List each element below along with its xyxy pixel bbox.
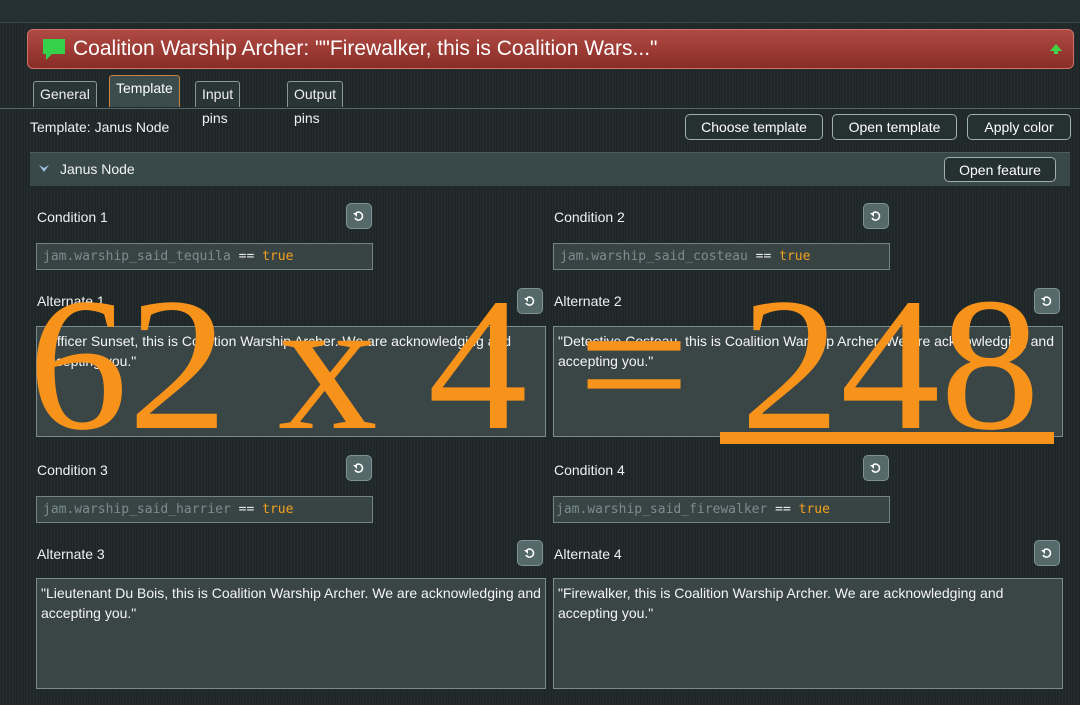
open-template-button[interactable]: Open template	[832, 114, 957, 140]
condition-1-operator: ==	[238, 249, 255, 264]
undo-icon	[524, 548, 535, 558]
condition-3-input[interactable]: jam.warship_said_harrier == true	[36, 496, 373, 523]
chevron-down-icon[interactable]	[38, 163, 50, 175]
tab-general[interactable]: General	[33, 81, 97, 107]
template-row: Template: Janus Node Choose template Ope…	[0, 108, 1080, 145]
condition-3-label: Condition 3	[37, 462, 108, 478]
undo-icon	[870, 463, 881, 473]
condition-2-operator: ==	[755, 249, 772, 264]
alternate-1-label: Alternate 1	[37, 293, 105, 309]
condition-3-variable: jam.warship_said_harrier	[43, 502, 231, 517]
feature-label: Janus Node	[60, 161, 135, 177]
alternate-3-textarea[interactable]: "Lieutenant Du Bois, this is Coalition W…	[36, 578, 546, 689]
reset-alternate-4-button[interactable]	[1034, 540, 1060, 566]
reset-condition-3-button[interactable]	[346, 455, 372, 481]
apply-color-button[interactable]: Apply color	[967, 114, 1071, 140]
alternate-3-label: Alternate 3	[37, 546, 105, 562]
template-label: Template: Janus Node	[30, 119, 170, 135]
undo-icon	[353, 463, 364, 473]
top-strip	[0, 0, 1080, 23]
alternate-4-textarea[interactable]: "Firewalker, this is Coalition Warship A…	[553, 578, 1063, 689]
condition-4-label: Condition 4	[554, 462, 625, 478]
speech-bubble-icon	[43, 39, 65, 60]
condition-4-value: true	[798, 502, 830, 517]
condition-3-value: true	[262, 502, 294, 517]
condition-1-label: Condition 1	[37, 209, 108, 225]
condition-2-input[interactable]: jam.warship_said_costeau == true	[553, 243, 890, 270]
alternate-4-label: Alternate 4	[554, 546, 622, 562]
undo-icon	[1041, 296, 1052, 306]
choose-template-button[interactable]: Choose template	[685, 114, 823, 140]
alternate-2-label: Alternate 2	[554, 293, 622, 309]
tab-output-pins[interactable]: Output pins	[287, 81, 344, 126]
reset-condition-2-button[interactable]	[863, 203, 889, 229]
condition-4-variable: jam.warship_said_firewalker	[556, 502, 768, 517]
condition-4-operator: ==	[775, 502, 791, 517]
tab-template[interactable]: Template	[109, 75, 180, 107]
undo-icon	[524, 296, 535, 306]
condition-1-value: true	[262, 249, 294, 264]
reset-alternate-3-button[interactable]	[517, 540, 543, 566]
condition-2-value: true	[779, 249, 811, 264]
feature-header[interactable]: Janus Node Open feature	[30, 152, 1070, 186]
condition-2-label: Condition 2	[554, 209, 625, 225]
node-title: Coalition Warship Archer: ""Firewalker, …	[73, 37, 658, 60]
reset-alternate-1-button[interactable]	[517, 288, 543, 314]
undo-icon	[1041, 548, 1052, 558]
condition-4-input[interactable]: jam.warship_said_firewalker == true	[553, 496, 890, 523]
condition-1-variable: jam.warship_said_tequila	[43, 249, 231, 264]
condition-3-operator: ==	[238, 502, 255, 517]
undo-icon	[353, 211, 364, 221]
undo-icon	[870, 211, 881, 221]
condition-2-variable: jam.warship_said_costeau	[560, 249, 748, 264]
alternate-2-textarea[interactable]: "Detective Costeau, this is Coalition Wa…	[553, 326, 1063, 437]
reset-alternate-2-button[interactable]	[1034, 288, 1060, 314]
open-feature-button[interactable]: Open feature	[944, 157, 1056, 182]
reset-condition-4-button[interactable]	[863, 455, 889, 481]
collapse-arrow-icon[interactable]	[1049, 42, 1063, 56]
reset-condition-1-button[interactable]	[346, 203, 372, 229]
alternate-1-textarea[interactable]: "Officer Sunset, this is Coalition Warsh…	[36, 326, 546, 437]
node-title-bar: Coalition Warship Archer: ""Firewalker, …	[27, 29, 1074, 69]
condition-1-input[interactable]: jam.warship_said_tequila == true	[36, 243, 373, 270]
tab-input-pins[interactable]: Input pins	[195, 81, 241, 126]
